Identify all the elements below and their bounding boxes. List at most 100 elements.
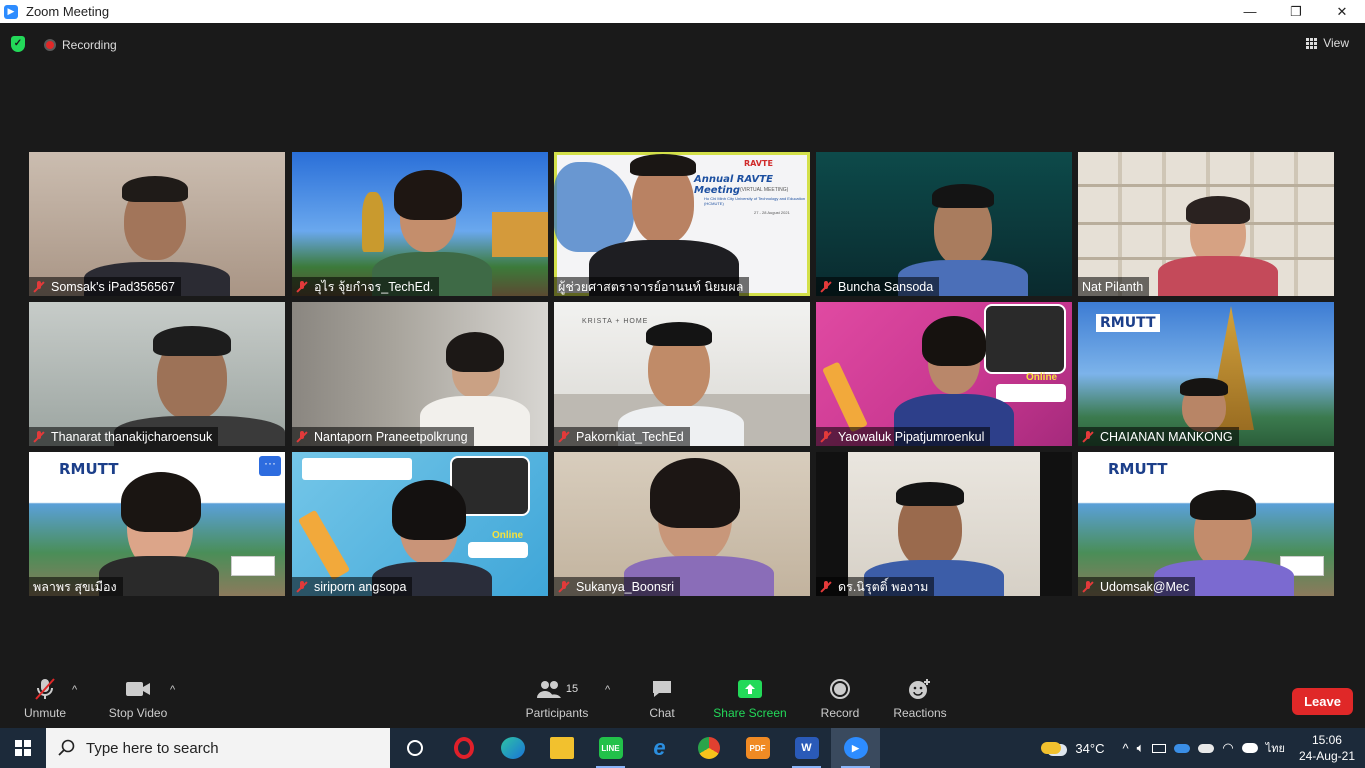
battery-icon[interactable] — [1152, 743, 1167, 753]
view-button[interactable]: View — [1306, 36, 1349, 50]
start-button[interactable] — [0, 728, 46, 768]
zoom-icon: ▶ — [843, 737, 868, 759]
participant-tile[interactable]: Online Yaowaluk Pipatjumroenkul — [816, 302, 1072, 446]
task-view-icon — [406, 740, 423, 756]
participant-tile-active-speaker[interactable]: RAVTE Annual RAVTE Meeting (VIRTUAL MEET… — [554, 152, 810, 296]
show-hidden-icons-chevron-icon[interactable]: ^ — [1122, 741, 1128, 756]
weather-temperature[interactable]: 34°C — [1075, 741, 1104, 756]
weather-cloud-icon[interactable] — [1041, 742, 1062, 754]
grid-view-icon — [1306, 37, 1318, 49]
participant-tile[interactable]: Thanarat thanakijcharoensuk — [29, 302, 285, 446]
taskbar-line[interactable]: LINE — [586, 728, 635, 768]
zoom-app-icon: ▶ — [4, 4, 18, 19]
taskbar-zoom[interactable]: ▶ — [831, 728, 880, 768]
line-app-icon: LINE — [598, 737, 623, 759]
participant-name-bar: Yaowaluk Pipatjumroenkul — [816, 427, 991, 446]
more-options-button[interactable]: ··· — [259, 456, 281, 476]
participant-tile[interactable]: Somsak's iPad356567 — [29, 152, 285, 296]
recording-indicator[interactable]: Recording — [44, 38, 117, 52]
record-label: Record — [820, 706, 860, 720]
taskbar-internet-explorer[interactable]: e — [635, 728, 684, 768]
upload-cloud-icon[interactable] — [1241, 743, 1258, 753]
participant-name-bar: CHAIANAN MANKONG — [1078, 427, 1239, 446]
taskbar-clock[interactable]: 15:06 24-Aug-21 — [1299, 732, 1355, 764]
taskbar-search-box[interactable]: Type here to search — [46, 728, 390, 768]
taskbar-opera[interactable] — [439, 728, 488, 768]
input-language-indicator[interactable]: ไทย — [1266, 739, 1285, 757]
participant-tile[interactable]: Nantaporn Praneetpolkrung — [292, 302, 548, 446]
slide-subtitle: (VIRTUAL MEETING) — [740, 187, 789, 193]
participant-name-bar: Thanarat thanakijcharoensuk — [29, 427, 219, 446]
audio-options-chevron-icon[interactable]: ^ — [72, 684, 77, 696]
unmute-label: Unmute — [23, 706, 67, 720]
security-shield-icon[interactable]: ✓ — [11, 36, 25, 52]
taskbar-word[interactable]: W — [782, 728, 831, 768]
video-options-chevron-icon[interactable]: ^ — [170, 684, 175, 696]
participant-tile[interactable]: KRISTA + HOME Pakornkiat_TechEd — [554, 302, 810, 446]
participant-name: Yaowaluk Pipatjumroenkul — [838, 429, 985, 444]
reactions-button[interactable]: Reactions — [892, 676, 948, 720]
participant-name-bar: Somsak's iPad356567 — [29, 277, 181, 296]
participant-tile[interactable]: Buncha Sansoda — [816, 152, 1072, 296]
muted-mic-icon — [296, 280, 308, 293]
participant-tile[interactable]: ดร.นิรุตติ์ พองาม — [816, 452, 1072, 596]
unmute-button[interactable]: Unmute — [22, 676, 68, 720]
participant-tile[interactable]: อุไร จุ้ยกำจร_TechEd. — [292, 152, 548, 296]
chat-button[interactable]: Chat — [644, 676, 680, 720]
wifi-icon[interactable]: ◠ — [1222, 740, 1233, 756]
minimize-button[interactable]: — — [1227, 0, 1273, 23]
chrome-icon — [697, 737, 720, 759]
stop-video-button[interactable]: Stop Video — [106, 676, 170, 720]
participant-name: CHAIANAN MANKONG — [1100, 429, 1233, 444]
gallery-view: Somsak's iPad356567 อุไร จุ้ยกำจร_TechEd… — [29, 152, 1335, 598]
onedrive-cloud-icon[interactable] — [1174, 743, 1191, 753]
participant-tile[interactable]: RMUTT Udomsak@Mec — [1078, 452, 1334, 596]
muted-mic-icon — [1082, 430, 1094, 443]
title-bar: ▶ Zoom Meeting — ❐ ✕ — [0, 0, 1365, 23]
participant-name: Nantaporn Praneetpolkrung — [314, 429, 468, 444]
participant-name-bar: Nantaporn Praneetpolkrung — [292, 427, 474, 446]
participants-icon: 15 — [524, 676, 590, 702]
leave-button[interactable]: Leave — [1292, 688, 1353, 715]
task-view-button[interactable] — [390, 728, 439, 768]
internet-explorer-icon: e — [653, 735, 666, 760]
participant-tile[interactable]: Online siriporn angsopa — [292, 452, 548, 596]
record-icon — [818, 676, 862, 702]
close-button[interactable]: ✕ — [1319, 0, 1365, 23]
participant-name: Udomsak@Mec — [1100, 579, 1190, 594]
onedrive-personal-cloud-icon[interactable] — [1198, 743, 1215, 753]
window-controls: — ❐ ✕ — [1227, 0, 1365, 23]
taskbar-file-explorer[interactable] — [537, 728, 586, 768]
muted-mic-icon — [296, 580, 308, 593]
participants-button[interactable]: 15 Participants — [524, 676, 590, 720]
share-screen-icon — [712, 676, 788, 702]
taskbar-edge[interactable] — [488, 728, 537, 768]
participants-label: Participants — [525, 706, 589, 720]
participant-name: ดร.นิรุตติ์ พองาม — [838, 579, 929, 594]
online-badge: Online — [492, 530, 524, 541]
participant-count: 15 — [565, 683, 579, 695]
speaker-icon[interactable]: 🔈︎ — [1137, 740, 1145, 756]
rmutt-logo: RMUTT — [1108, 460, 1168, 478]
maximize-button[interactable]: ❐ — [1273, 0, 1319, 23]
taskbar-pdf-reader[interactable]: PDF — [733, 728, 782, 768]
participant-tile[interactable]: RMUTT ··· พลาพร สุขเมือง — [29, 452, 285, 596]
participants-options-chevron-icon[interactable]: ^ — [605, 684, 610, 696]
participant-tile[interactable]: Nat Pilanth — [1078, 152, 1334, 296]
participant-name: Nat Pilanth — [1082, 279, 1144, 294]
system-tray: 34°C ^ 🔈︎ ◠ ไทย 15:06 24-Aug-21 — [1041, 728, 1365, 768]
slide-logo: RAVTE — [744, 159, 773, 168]
participant-tile[interactable]: RMUTT CHAIANAN MANKONG — [1078, 302, 1334, 446]
record-dot-icon — [44, 39, 56, 51]
muted-mic-icon — [33, 280, 45, 293]
participant-name-bar: Nat Pilanth — [1078, 277, 1150, 296]
participant-tile[interactable]: Sukanya_Boonsri — [554, 452, 810, 596]
share-screen-button[interactable]: Share Screen — [712, 676, 788, 720]
search-icon — [58, 739, 75, 756]
meeting-controls-toolbar: Unmute ^ Stop Video ^ 15 Participants ^ … — [0, 670, 1365, 728]
record-button[interactable]: Record — [818, 676, 862, 720]
participant-name-bar: ดร.นิรุตติ์ พองาม — [816, 577, 935, 596]
taskbar-chrome[interactable] — [684, 728, 733, 768]
view-label: View — [1323, 36, 1349, 50]
word-icon: W — [794, 737, 819, 759]
